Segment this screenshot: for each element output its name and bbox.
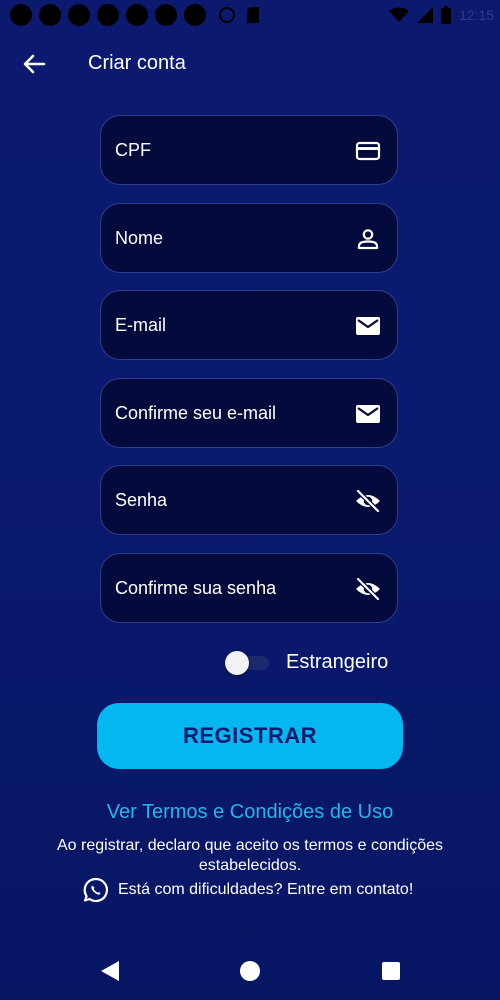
email-field-label: E-mail [115, 315, 167, 335]
system-nav-bar [0, 945, 500, 1000]
foreigner-toggle-label: Estrangeiro [286, 651, 389, 673]
misc-status-icons [218, 6, 260, 24]
status-bar: 12:15 [0, 0, 500, 30]
signal-icon [416, 7, 433, 23]
terms-link[interactable]: Ver Termos e Condições de Uso [0, 801, 500, 824]
foreigner-toggle[interactable] [225, 648, 273, 676]
contact-link[interactable]: Está com dificuldades? Entre em contato! [82, 876, 413, 904]
contact-text: Está com dificuldades? Entre em contato! [118, 881, 414, 898]
nav-back-icon[interactable] [100, 960, 120, 982]
notification-dot-icon [68, 4, 90, 26]
arrow-left-icon [23, 54, 46, 74]
sd-card-icon [247, 7, 259, 23]
back-button[interactable] [20, 50, 48, 78]
notification-icons [10, 4, 206, 26]
password-field[interactable]: Senha [100, 465, 398, 535]
person-icon [357, 229, 379, 250]
toggle-knob [225, 651, 249, 675]
cpf-field-label: CPF [115, 140, 151, 160]
eye-off-icon[interactable] [355, 489, 381, 513]
data-saver-icon [219, 7, 235, 23]
cpf-field[interactable]: CPF [100, 115, 398, 185]
notification-dot-icon [184, 4, 206, 26]
envelope-icon [356, 405, 380, 423]
register-button[interactable]: REGISTRAR [97, 703, 403, 769]
wifi-icon [388, 7, 409, 22]
terms-disclaimer: Ao registrar, declaro que aceito os term… [57, 837, 443, 874]
notification-dot-icon [155, 4, 177, 26]
password-field-label: Senha [115, 490, 168, 510]
system-status: 12:15 [388, 6, 494, 24]
envelope-icon [356, 317, 380, 335]
confirm-email-field-label: Confirme seu e-mail [115, 403, 277, 423]
eye-off-icon[interactable] [355, 577, 381, 601]
notification-dot-icon [126, 4, 148, 26]
page-title: Criar conta [88, 52, 186, 74]
register-button-label: REGISTRAR [182, 723, 318, 748]
status-clock: 12:15 [458, 7, 494, 23]
foreigner-toggle-row: Estrangeiro [225, 648, 388, 676]
nav-recents-icon[interactable] [382, 962, 400, 980]
email-field[interactable]: E-mail [100, 290, 398, 360]
notification-dot-icon [97, 4, 119, 26]
confirm-password-field-label: Confirme sua senha [115, 578, 277, 598]
credit-card-icon [355, 141, 381, 161]
notification-dot-icon [39, 4, 61, 26]
name-field-label: Nome [115, 228, 164, 248]
name-field[interactable]: Nome [100, 203, 398, 273]
nav-home-icon[interactable] [240, 961, 260, 981]
app-header: Criar conta [0, 40, 500, 90]
confirm-password-field[interactable]: Confirme sua senha [100, 553, 398, 623]
whatsapp-icon [83, 877, 108, 903]
confirm-email-field[interactable]: Confirme seu e-mail [100, 378, 398, 448]
battery-icon [440, 6, 451, 24]
notification-dot-icon [10, 4, 32, 26]
